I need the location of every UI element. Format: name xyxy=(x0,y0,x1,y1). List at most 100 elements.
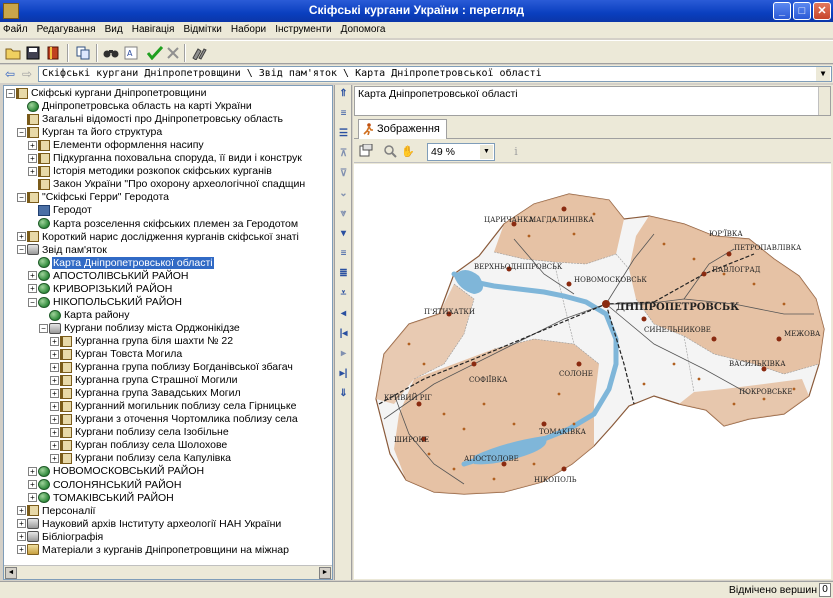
vertical-scrollbar[interactable] xyxy=(818,87,830,115)
copy-icon[interactable] xyxy=(74,44,92,62)
collapse-toggle-icon[interactable]: − xyxy=(17,127,26,137)
book-icon[interactable] xyxy=(44,44,62,62)
tree-item[interactable]: + Науковий архів Інституту археології НАН… xyxy=(17,518,282,531)
tree-item[interactable]: + Курганна група Завадських Могил xyxy=(50,387,242,400)
binoculars-icon[interactable] xyxy=(102,44,120,62)
tree-item[interactable]: + СОЛОНЯНСЬКИЙ РАЙОН xyxy=(28,479,182,492)
tree-item[interactable]: + Короткий нарис дослідження курганів скі… xyxy=(17,231,300,244)
copy-image-icon[interactable] xyxy=(358,143,374,160)
maximize-button[interactable]: □ xyxy=(793,2,811,20)
nav-first-icon[interactable]: ⇑ xyxy=(337,87,350,100)
tree-item[interactable]: + Матеріали з курганів Дніпропетровщини н… xyxy=(17,544,290,557)
nav-list-end-icon[interactable]: ≣ xyxy=(337,267,350,280)
expand-toggle-icon[interactable]: + xyxy=(17,545,26,555)
collapse-toggle-icon[interactable]: − xyxy=(6,88,15,98)
tree-item[interactable]: Геродот xyxy=(28,204,93,217)
tree-item[interactable]: + ТОМАКІВСЬКИЙ РАЙОН xyxy=(28,492,175,505)
nav-bottom-icon[interactable]: ⩡ xyxy=(337,287,350,300)
expand-toggle-icon[interactable]: + xyxy=(50,336,59,346)
tree-item[interactable]: − Курган та його структура xyxy=(17,126,163,139)
close-button[interactable]: ✕ xyxy=(813,2,831,20)
tree-item[interactable]: + Курганна група поблизу Богданівської зб… xyxy=(50,361,294,374)
info-icon[interactable]: i xyxy=(508,144,524,160)
chevron-down-icon[interactable]: ▼ xyxy=(480,145,493,159)
tree-item[interactable]: + Елементи оформлення насипу xyxy=(28,139,205,152)
map-image[interactable]: ДНІПРОПЕТРОВСЬК ПАВЛОГРАД НОВОМОСКОВСЬК … xyxy=(354,164,831,579)
collapse-toggle-icon[interactable]: − xyxy=(17,193,26,203)
nav-left-icon[interactable]: ◂ xyxy=(337,307,350,320)
back-arrow-icon[interactable]: ⇦ xyxy=(2,66,18,82)
tree-item[interactable]: − Звід пам'яток xyxy=(17,244,108,257)
expand-toggle-icon[interactable]: + xyxy=(28,467,37,477)
tree-item[interactable]: Загальні відомості про Дніпропетровську … xyxy=(17,113,284,126)
expand-toggle-icon[interactable]: + xyxy=(28,284,37,294)
expand-toggle-icon[interactable]: + xyxy=(17,506,26,516)
collapse-toggle-icon[interactable]: − xyxy=(17,245,26,255)
nav-collapse-icon[interactable]: ⊽ xyxy=(337,167,350,180)
expand-toggle-icon[interactable]: + xyxy=(50,414,59,424)
tree-item[interactable]: + АПОСТОЛІВСЬКИЙ РАЙОН xyxy=(28,270,190,283)
tree-item[interactable]: + КРИВОРІЗЬКИЙ РАЙОН xyxy=(28,283,173,296)
nav-down-icon[interactable]: ⌄ xyxy=(337,187,350,200)
expand-toggle-icon[interactable]: + xyxy=(50,454,59,464)
nav-expand-up-icon[interactable]: ⊼ xyxy=(337,147,350,160)
nav-up-icon[interactable]: ≡ xyxy=(337,107,350,120)
tree-item[interactable]: + Персоналії xyxy=(17,505,96,518)
tree-item[interactable]: + Курган поблизу села Шолохове xyxy=(50,439,228,452)
menu-sets[interactable]: Набори xyxy=(228,22,269,38)
expand-toggle-icon[interactable]: + xyxy=(50,401,59,411)
expand-toggle-icon[interactable]: + xyxy=(17,519,26,529)
expand-toggle-icon[interactable]: + xyxy=(17,232,26,242)
nav-list-icon[interactable]: ≡ xyxy=(337,247,350,260)
tree-item[interactable]: Закон України "Про охорону археологічної… xyxy=(28,178,306,191)
marker-icon[interactable] xyxy=(190,44,208,62)
tree-item[interactable]: + Курганна група Страшної Могили xyxy=(50,374,238,387)
zoom-icon[interactable] xyxy=(382,144,398,160)
menu-tools[interactable]: Інструменти xyxy=(272,22,334,38)
nav-step-down-icon[interactable]: ▾ xyxy=(337,227,350,240)
expand-toggle-icon[interactable]: + xyxy=(50,349,59,359)
tree-item[interactable]: Дніпропетровська область на карті Україн… xyxy=(17,100,253,113)
open-folder-icon[interactable] xyxy=(4,44,22,62)
menu-edit[interactable]: Редагування xyxy=(34,22,99,38)
forward-arrow-icon[interactable]: ⇨ xyxy=(19,66,35,82)
menu-navigation[interactable]: Навігація xyxy=(129,22,178,38)
minimize-button[interactable]: _ xyxy=(773,2,791,20)
find-next-icon[interactable]: A xyxy=(122,44,140,62)
save-icon[interactable] xyxy=(24,44,42,62)
expand-toggle-icon[interactable]: + xyxy=(28,140,37,150)
tree-item[interactable]: − Кургани поблизу міста Орджонікідзе xyxy=(39,322,241,335)
tree-panel[interactable]: − Скіфські кургани Дніпропетровщини Дніпро… xyxy=(3,85,333,580)
menu-help[interactable]: Допомога xyxy=(338,22,389,38)
expand-toggle-icon[interactable]: + xyxy=(50,388,59,398)
menu-view[interactable]: Вид xyxy=(102,22,126,38)
tree-item[interactable]: + Кургани з оточення Чортомлика поблизу с… xyxy=(50,413,299,426)
collapse-toggle-icon[interactable]: − xyxy=(28,297,37,307)
tree-item[interactable]: + НОВОМОСКОВСЬКИЙ РАЙОН xyxy=(28,465,205,478)
hand-icon[interactable]: ✋ xyxy=(400,144,416,160)
horizontal-scrollbar[interactable]: ◄ ► xyxy=(4,565,332,579)
uncheck-icon[interactable] xyxy=(164,44,182,62)
tree-item[interactable]: + Курганна група біля шахти № 22 xyxy=(50,335,234,348)
expand-toggle-icon[interactable]: + xyxy=(50,428,59,438)
nav-first-sibling-icon[interactable]: |◂ xyxy=(337,327,350,340)
chevron-down-icon[interactable]: ▼ xyxy=(816,67,830,81)
tab-image[interactable]: Зображення xyxy=(358,119,447,139)
scroll-right-icon[interactable]: ► xyxy=(319,567,331,579)
menu-file[interactable]: Файл xyxy=(0,22,31,38)
tree-item[interactable]: + Кургани поблизу села Ізобільне xyxy=(50,426,230,439)
tree-item[interactable]: Карта району xyxy=(39,309,130,322)
expand-toggle-icon[interactable]: + xyxy=(28,493,37,503)
expand-toggle-icon[interactable]: + xyxy=(50,441,59,451)
nav-last-icon[interactable]: ⇓ xyxy=(337,387,350,400)
collapse-toggle-icon[interactable]: − xyxy=(39,323,48,333)
tree-item[interactable]: − "Скіфські Герри" Геродота xyxy=(17,191,170,204)
nav-prev-page-icon[interactable]: ☰ xyxy=(337,127,350,140)
nav-down-fast-icon[interactable]: ⩔ xyxy=(337,207,350,220)
scroll-left-icon[interactable]: ◄ xyxy=(5,567,17,579)
expand-toggle-icon[interactable]: + xyxy=(50,362,59,372)
tree-item[interactable]: Карта розселення скіфських племен за Гер… xyxy=(28,218,299,231)
nav-right-icon[interactable]: ▸ xyxy=(337,347,350,360)
tree-item[interactable]: + Підкурганна поховальна споруда, її види… xyxy=(28,152,303,165)
expand-toggle-icon[interactable]: + xyxy=(50,375,59,385)
